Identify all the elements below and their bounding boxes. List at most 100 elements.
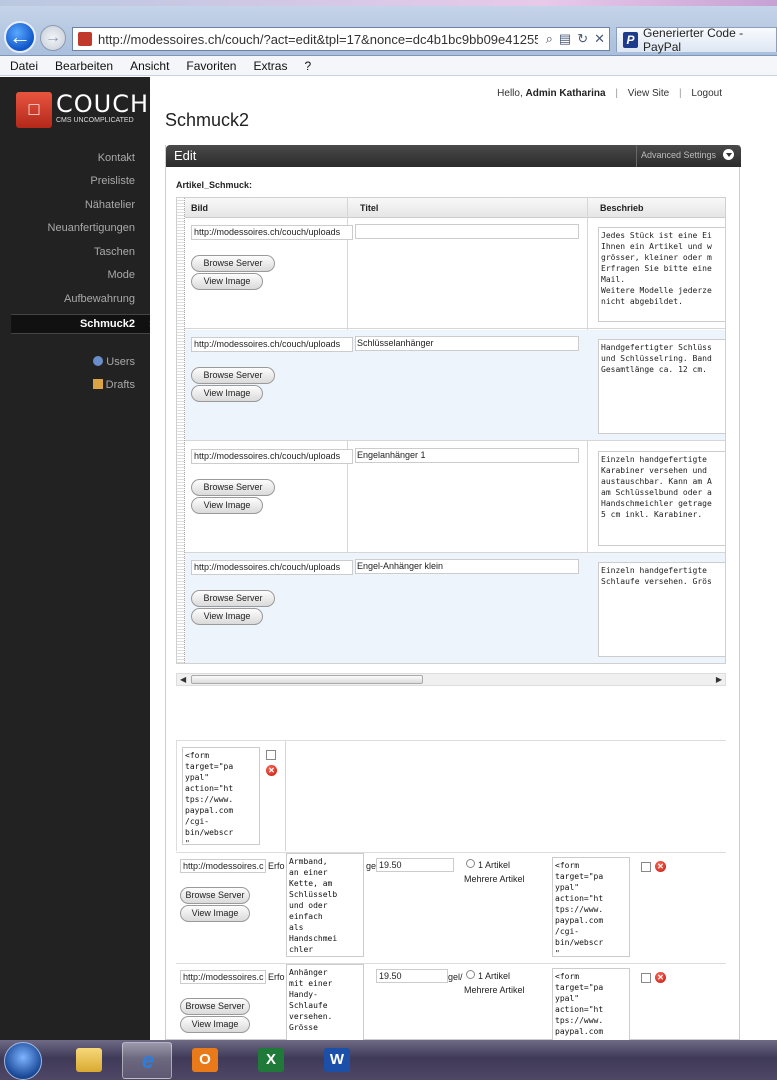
view-image-button[interactable]: View Image <box>191 273 263 290</box>
image-url-field[interactable]: http://modessoires.ch/couch/uploads <box>191 337 353 352</box>
paypal-favicon-icon: P <box>623 32 639 48</box>
sidebar-item-drafts[interactable]: Drafts <box>92 379 135 391</box>
menu-datei[interactable]: Datei <box>10 56 38 75</box>
view-image-button[interactable]: View Image <box>191 608 263 625</box>
chevron-down-icon <box>722 149 734 160</box>
refresh-icon[interactable]: ↻ <box>577 31 588 47</box>
sidebar-item-naehatelier[interactable]: Nähatelier <box>85 199 135 211</box>
address-bar[interactable]: http://modessoires.ch/couch/?act=edit&tp… <box>72 27 610 51</box>
desc-prefix: Erfo <box>268 861 285 871</box>
scroll-right-icon[interactable]: ▶ <box>716 674 722 685</box>
browse-server-button[interactable]: Browse Server <box>191 367 275 384</box>
taskbar-excel[interactable]: X <box>246 1042 296 1079</box>
title-input[interactable] <box>355 224 579 239</box>
title-input[interactable]: Schlüsselanhänger <box>355 336 579 351</box>
taskbar: e O X W <box>0 1040 777 1080</box>
view-site-link[interactable]: View Site <box>628 88 670 99</box>
sidebar-item-taschen[interactable]: Taschen <box>94 246 135 258</box>
taskbar-explorer[interactable] <box>64 1042 114 1079</box>
browse-server-button[interactable]: Browse Server <box>180 998 250 1015</box>
title-strip <box>0 0 777 6</box>
address-url[interactable]: http://modessoires.ch/couch/?act=edit&tp… <box>98 32 538 47</box>
title-input[interactable]: Engel-Anhänger klein <box>355 559 579 574</box>
column-header-bild: Bild <box>191 203 208 213</box>
taskbar-internet-explorer[interactable]: e <box>122 1042 172 1079</box>
radio-one-article[interactable] <box>466 859 475 868</box>
browser-chrome: ← → http://modessoires.ch/couch/?act=edi… <box>0 0 777 56</box>
sidebar-item-kontakt[interactable]: Kontakt <box>98 152 135 164</box>
logout-link[interactable]: Logout <box>691 88 722 99</box>
sidebar-item-users[interactable]: Users <box>93 356 135 368</box>
browse-server-button[interactable]: Browse Server <box>191 255 275 272</box>
description-textarea[interactable]: Armband, an einer Kette, am Schlüsselb u… <box>286 853 364 957</box>
sidebar-item-preisliste[interactable]: Preisliste <box>90 175 135 187</box>
field-label: Artikel_Schmuck: <box>176 180 253 190</box>
excel-icon: X <box>258 1048 284 1072</box>
taskbar-word[interactable]: W <box>312 1042 362 1079</box>
image-url-field[interactable]: http://modessoires.ch/couch/uploads <box>191 225 353 240</box>
select-checkbox[interactable] <box>641 973 651 983</box>
radio-multiple-label: Mehrere Artikel <box>464 874 525 884</box>
select-checkbox[interactable] <box>641 862 651 872</box>
hello-prefix: Hello, <box>497 88 523 99</box>
description-textarea[interactable]: Handgefertigter Schlüss und Schlüsselrin… <box>598 339 725 434</box>
description-textarea[interactable]: Einzeln handgefertigte Schlaufe versehen… <box>598 562 725 657</box>
price-input[interactable]: 19.50 <box>376 858 454 872</box>
drag-handle[interactable] <box>177 198 185 663</box>
menu-bearbeiten[interactable]: Bearbeiten <box>55 56 113 75</box>
browse-server-button[interactable]: Browse Server <box>180 887 250 904</box>
menu-ansicht[interactable]: Ansicht <box>130 56 169 75</box>
image-url-field[interactable]: http://modessoires.c <box>180 970 266 984</box>
site-favicon-icon <box>78 32 92 46</box>
view-image-button[interactable]: View Image <box>180 1016 250 1033</box>
delete-icon[interactable]: ✕ <box>266 765 277 776</box>
compat-view-icon[interactable]: ▤ <box>559 31 571 47</box>
folder-icon <box>76 1048 102 1072</box>
scroll-thumb[interactable] <box>191 675 423 684</box>
image-url-field[interactable]: http://modessoires.ch/couch/uploads <box>191 560 353 575</box>
description-textarea[interactable]: Jedes Stück ist eine Ei Ihnen ein Artike… <box>598 227 725 322</box>
sidebar-item-aufbewahrung[interactable]: Aufbewahrung <box>64 293 135 305</box>
taskbar-outlook[interactable]: O <box>180 1042 230 1079</box>
sidebar-item-neuanfertigungen[interactable]: Neuanfertigungen <box>48 222 135 234</box>
back-button[interactable]: ← <box>4 21 36 53</box>
code-textarea[interactable]: <form target="pa ypal" action="ht tps://… <box>182 747 260 845</box>
sidebar-item-schmuck2[interactable]: Schmuck2 » <box>11 314 161 334</box>
tab-title: Generierter Code - PayPal <box>643 26 744 54</box>
menu-bar: Datei Bearbeiten Ansicht Favoriten Extra… <box>0 56 777 76</box>
view-image-button[interactable]: View Image <box>191 385 263 402</box>
browse-server-button[interactable]: Browse Server <box>191 590 275 607</box>
radio-one-article[interactable] <box>466 970 475 979</box>
menu-extras[interactable]: Extras <box>253 56 287 75</box>
price-input[interactable]: 19.50 <box>376 969 448 983</box>
product-editor-section: <form target="pa ypal" action="ht tps://… <box>176 740 726 1042</box>
view-image-button[interactable]: View Image <box>191 497 263 514</box>
code-textarea[interactable]: <form target="pa ypal" action="ht tps://… <box>552 968 630 1042</box>
scroll-left-icon[interactable]: ◀ <box>180 674 186 685</box>
table-row: http://modessoires.ch/couch/uploads Brow… <box>185 330 725 441</box>
horizontal-scrollbar[interactable]: ◀ ▶ <box>176 673 726 686</box>
browser-tab[interactable]: P Generierter Code - PayPal <box>616 26 777 54</box>
description-textarea[interactable]: Anhänger mit einer Handy- Schlaufe verse… <box>286 964 364 1042</box>
advanced-settings-toggle[interactable]: Advanced Settings <box>636 145 734 167</box>
description-textarea[interactable]: Einzeln handgefertigte Karabiner versehe… <box>598 451 725 546</box>
image-url-field[interactable]: http://modessoires.c <box>180 859 266 873</box>
image-url-field[interactable]: http://modessoires.ch/couch/uploads <box>191 449 353 464</box>
menu-favoriten[interactable]: Favoriten <box>186 56 236 75</box>
menu-help[interactable]: ? <box>304 56 311 75</box>
column-header-beschrieb: Beschrieb <box>600 203 644 213</box>
start-button[interactable] <box>4 1042 42 1080</box>
couch-logo[interactable]: □ COUCH CMS UNCOMPLICATED <box>16 92 149 128</box>
code-textarea[interactable]: <form target="pa ypal" action="ht tps://… <box>552 857 630 957</box>
search-icon[interactable]: ⌕ <box>546 31 553 47</box>
browse-server-button[interactable]: Browse Server <box>191 479 275 496</box>
delete-icon[interactable]: ✕ <box>655 861 666 872</box>
stop-icon[interactable]: ✕ <box>594 31 605 47</box>
view-image-button[interactable]: View Image <box>180 905 250 922</box>
select-checkbox[interactable] <box>266 750 276 760</box>
forward-button[interactable]: → <box>40 25 66 51</box>
title-input[interactable]: Engelanhänger 1 <box>355 448 579 463</box>
code-cell: <form target="pa ypal" action="ht tps://… <box>176 741 286 851</box>
delete-icon[interactable]: ✕ <box>655 972 666 983</box>
sidebar-item-mode[interactable]: Mode <box>107 269 135 281</box>
